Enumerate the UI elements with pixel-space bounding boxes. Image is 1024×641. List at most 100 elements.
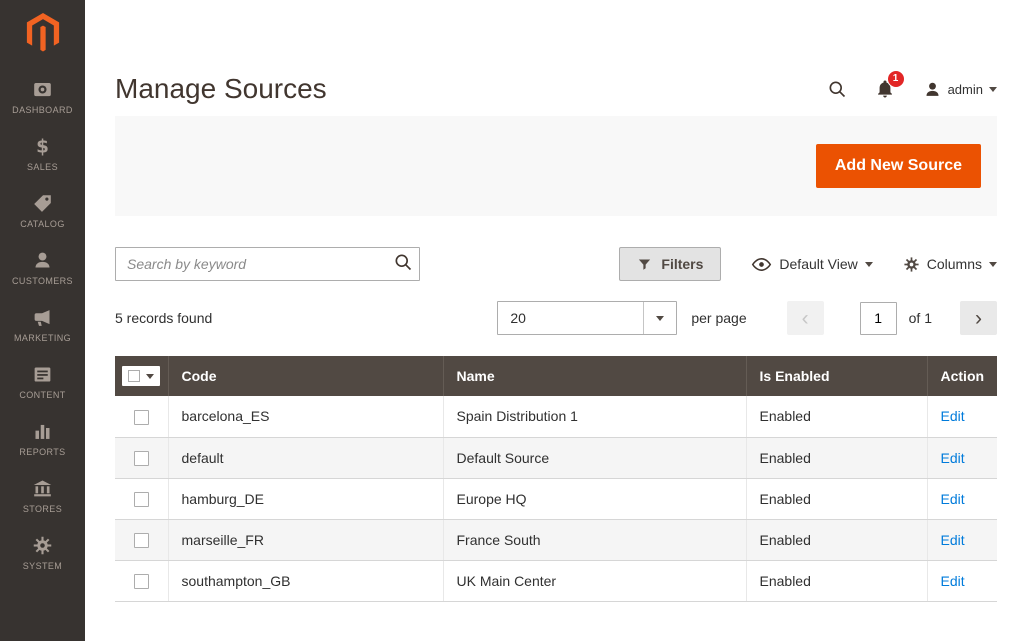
edit-link[interactable]: Edit [941, 408, 965, 424]
add-new-source-button[interactable]: Add New Source [816, 144, 981, 188]
sidebar-item-dashboard[interactable]: DASHBOARD [10, 68, 75, 125]
view-switcher[interactable]: Default View [751, 254, 872, 275]
records-found: 5 records found [115, 310, 212, 326]
sidebar-item-customers[interactable]: CUSTOMERS [10, 239, 75, 296]
search-submit-button[interactable] [393, 252, 413, 272]
row-checkbox[interactable] [134, 451, 149, 466]
cell-code: default [168, 437, 443, 478]
cell-name: UK Main Center [443, 560, 746, 601]
sidebar-item-catalog[interactable]: CATALOG [10, 182, 75, 239]
catalog-icon [32, 193, 53, 214]
columns-label: Columns [927, 256, 982, 272]
select-all-checkbox[interactable] [128, 370, 140, 382]
search-icon [393, 252, 413, 272]
magento-logo-icon [25, 13, 61, 54]
edit-link[interactable]: Edit [941, 573, 965, 589]
user-icon [923, 80, 942, 99]
table-row: hamburg_DE Europe HQ Enabled Edit [115, 478, 997, 519]
view-label: Default View [779, 256, 857, 272]
table-row: southampton_GB UK Main Center Enabled Ed… [115, 560, 997, 601]
row-checkbox[interactable] [134, 533, 149, 548]
page-header: Manage Sources 1 [115, 72, 997, 106]
cell-code: southampton_GB [168, 560, 443, 601]
chevron-down-icon [989, 87, 997, 92]
cell-action: Edit [927, 519, 997, 560]
edit-link[interactable]: Edit [941, 491, 965, 507]
table-row: marseille_FR France South Enabled Edit [115, 519, 997, 560]
filters-button[interactable]: Filters [619, 247, 721, 281]
notifications-button[interactable]: 1 [875, 78, 895, 100]
cell-action: Edit [927, 478, 997, 519]
grid-pagination-row: 5 records found 20 per page ‹ of 1 › [115, 301, 997, 335]
cell-name: Europe HQ [443, 478, 746, 519]
filters-label: Filters [661, 256, 703, 272]
cell-action: Edit [927, 560, 997, 601]
previous-page-button[interactable]: ‹ [787, 301, 824, 335]
row-select-cell [115, 560, 168, 601]
cell-is-enabled: Enabled [746, 560, 927, 601]
user-name: admin [948, 82, 983, 97]
sources-grid: Code Name Is Enabled Action barcelona_ES… [115, 356, 997, 602]
row-checkbox[interactable] [134, 574, 149, 589]
edit-link[interactable]: Edit [941, 532, 965, 548]
table-row: barcelona_ES Spain Distribution 1 Enable… [115, 396, 997, 437]
row-checkbox[interactable] [134, 492, 149, 507]
cell-name: Spain Distribution 1 [443, 396, 746, 437]
column-header-action: Action [927, 356, 997, 396]
sidebar-item-label: SALES [27, 162, 58, 172]
sidebar-item-label: REPORTS [19, 447, 65, 457]
chevron-down-icon [865, 262, 873, 267]
sidebar-item-stores[interactable]: STORES [10, 467, 75, 524]
edit-link[interactable]: Edit [941, 450, 965, 466]
admin-sidebar: DASHBOARD $ SALES CATALOG [0, 0, 85, 641]
columns-control[interactable]: Columns [903, 256, 997, 273]
user-menu[interactable]: admin [923, 80, 997, 99]
sidebar-item-label: SYSTEM [23, 561, 62, 571]
search-input[interactable] [115, 247, 420, 281]
sidebar-item-label: STORES [23, 504, 62, 514]
customers-icon [32, 250, 53, 271]
per-page-caret [643, 302, 676, 334]
gear-icon [903, 256, 920, 273]
stores-icon [32, 478, 53, 499]
global-search-button[interactable] [827, 79, 847, 99]
select-all-dropdown[interactable] [122, 366, 160, 386]
chevron-down-icon [989, 262, 997, 267]
column-header-code[interactable]: Code [168, 356, 443, 396]
sidebar-item-system[interactable]: SYSTEM [10, 524, 75, 581]
app-window: DASHBOARD $ SALES CATALOG [0, 0, 1024, 641]
chevron-down-icon [656, 316, 664, 321]
row-select-cell [115, 396, 168, 437]
per-page-label: per page [691, 310, 746, 326]
cell-code: barcelona_ES [168, 396, 443, 437]
keyword-search [115, 247, 420, 281]
row-select-cell [115, 437, 168, 478]
search-icon [827, 79, 847, 99]
sidebar-item-content[interactable]: CONTENT [10, 353, 75, 410]
chevron-down-icon [146, 374, 154, 379]
cell-is-enabled: Enabled [746, 396, 927, 437]
grid-toolbar: Filters Default View [115, 247, 997, 281]
per-page-select[interactable]: 20 [497, 301, 677, 335]
row-checkbox[interactable] [134, 410, 149, 425]
filter-funnel-icon [637, 257, 652, 272]
pager: ‹ of 1 › [787, 301, 997, 335]
grid-header-row: Code Name Is Enabled Action [115, 356, 997, 396]
system-icon [32, 535, 53, 556]
marketing-icon [32, 307, 53, 328]
per-page-value: 20 [498, 310, 526, 326]
column-header-is-enabled[interactable]: Is Enabled [746, 356, 927, 396]
sidebar-nav: DASHBOARD $ SALES CATALOG [10, 68, 75, 581]
current-page-input[interactable] [860, 302, 897, 335]
sales-icon: $ [32, 136, 53, 157]
sidebar-item-sales[interactable]: $ SALES [10, 125, 75, 182]
row-select-cell [115, 519, 168, 560]
column-header-name[interactable]: Name [443, 356, 746, 396]
magento-logo[interactable] [25, 13, 61, 59]
next-page-button[interactable]: › [960, 301, 997, 335]
cell-code: marseille_FR [168, 519, 443, 560]
sidebar-item-marketing[interactable]: MARKETING [10, 296, 75, 353]
cell-is-enabled: Enabled [746, 519, 927, 560]
select-all-header [115, 356, 168, 396]
sidebar-item-reports[interactable]: REPORTS [10, 410, 75, 467]
